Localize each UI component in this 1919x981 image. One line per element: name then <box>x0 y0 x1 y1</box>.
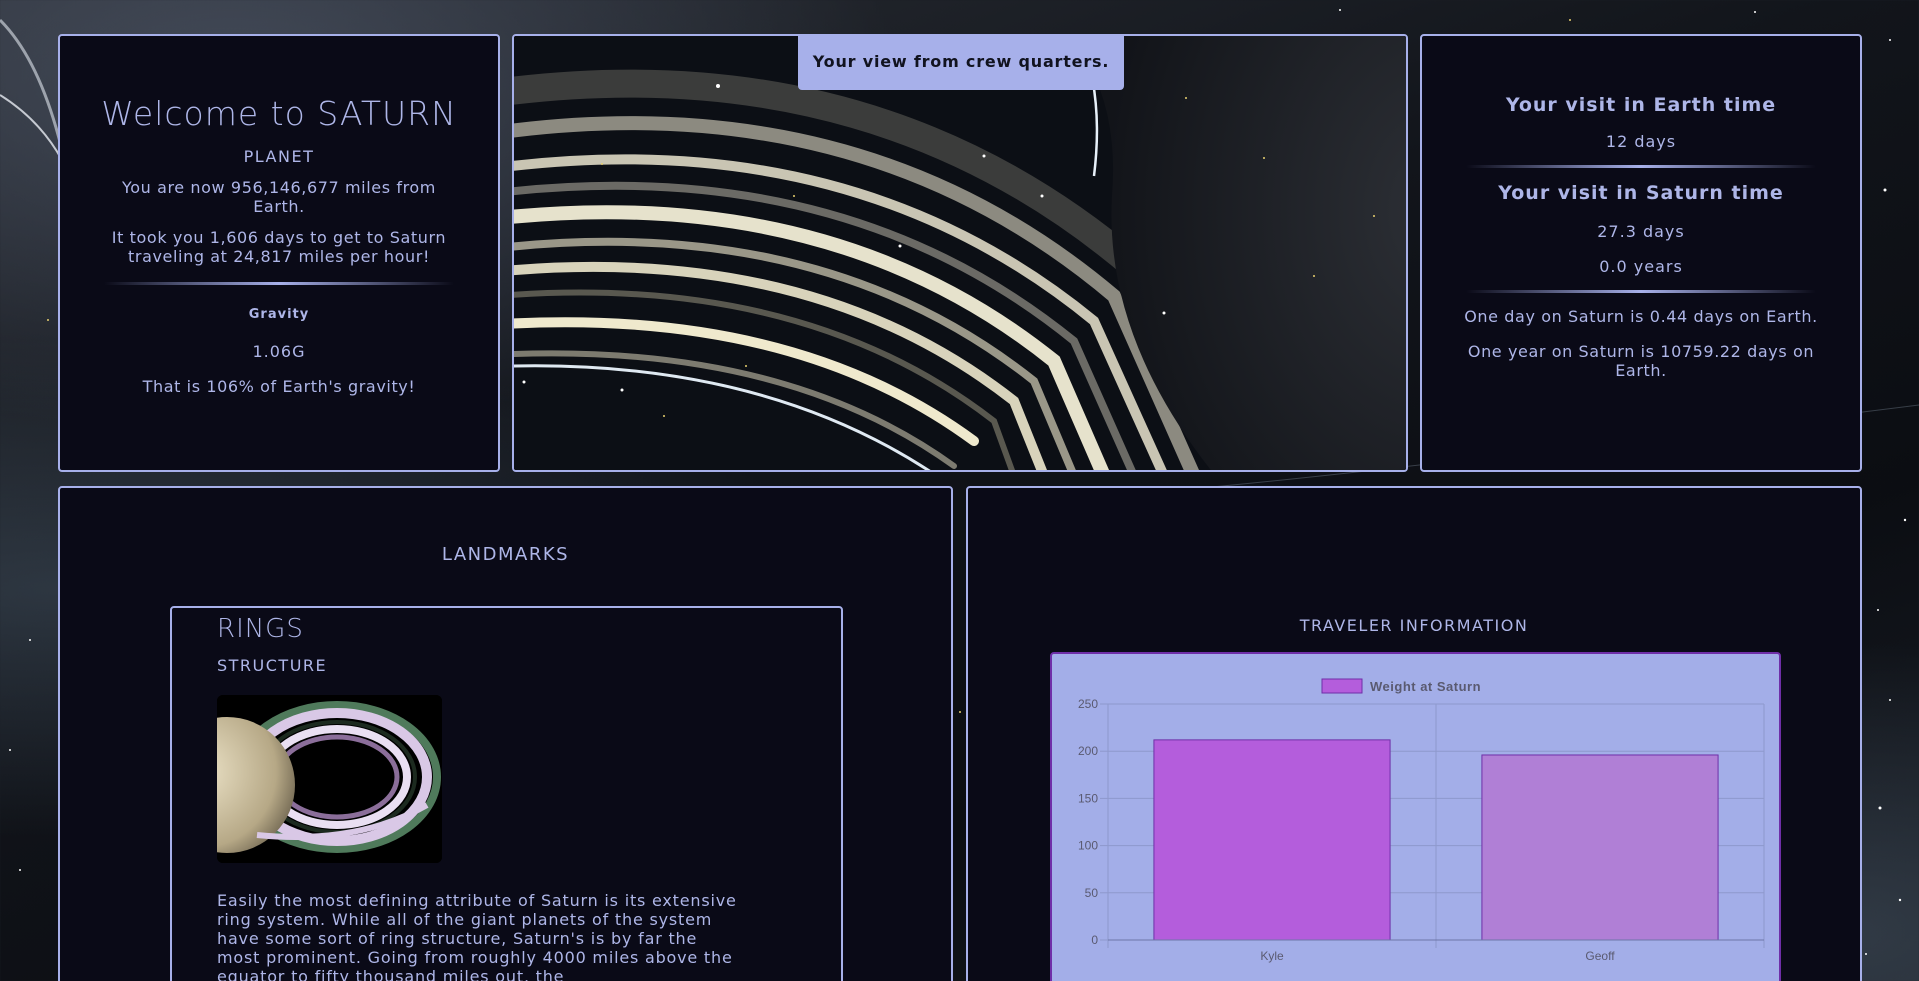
saturn-rings-view-image <box>514 36 1406 470</box>
landmark-description: Easily the most defining attribute of Sa… <box>217 891 737 981</box>
traveler-information-panel: TRAVELER INFORMATION Weight at Saturn 0 50… <box>966 486 1862 981</box>
weight-bar-chart-svg: Weight at Saturn 0 50 100 150 200 250 Kyle Geoff <box>1078 678 1765 963</box>
planet-welcome-panel: Welcome to SATURN PLANET You are now 956… <box>58 34 500 472</box>
distance-text: You are now 956,146,677 miles from Earth… <box>122 178 436 216</box>
year-length-note: One year on Saturn is 10759.22 days on E… <box>1467 342 1815 380</box>
gravity-value: 1.06G <box>252 342 306 361</box>
planet-title: Welcome to SATURN <box>101 94 457 133</box>
crew-quarters-view-panel: Your view from crew quarters. <box>512 34 1408 472</box>
view-caption-label: Your view from crew quarters. <box>798 36 1124 90</box>
saturn-rings-image <box>217 695 442 863</box>
landmark-card[interactable]: RINGS STRUCTURE Easily the most defining… <box>170 606 843 981</box>
saturn-time-years: 0.0 years <box>1599 257 1683 276</box>
legend-label: Weight at Saturn <box>1370 679 1481 694</box>
x-tick-label: Geoff <box>1585 949 1615 963</box>
saturn-time-days: 27.3 days <box>1597 222 1685 241</box>
y-tick-label: 200 <box>1078 744 1098 758</box>
day-length-note: One day on Saturn is 0.44 days on Earth. <box>1464 307 1818 326</box>
travel-text: It took you 1,606 days to get to Saturn … <box>111 228 447 266</box>
divider <box>1466 290 1816 293</box>
y-tick-label: 50 <box>1085 886 1099 900</box>
divider <box>104 282 454 285</box>
y-tick-label: 250 <box>1078 697 1098 711</box>
gravity-note: That is 106% of Earth's gravity! <box>142 377 416 396</box>
bar-geoff <box>1481 754 1719 941</box>
landmark-name: RINGS <box>217 614 304 644</box>
x-tick-label: Kyle <box>1260 949 1284 963</box>
earth-time-heading: Your visit in Earth time <box>1505 94 1777 116</box>
landmarks-heading: LANDMARKS <box>441 544 570 565</box>
traveler-heading: TRAVELER INFORMATION <box>1299 616 1529 635</box>
planet-type-label: PLANET <box>243 147 315 166</box>
bar-kyle <box>1153 739 1391 941</box>
gravity-heading: Gravity <box>248 307 310 322</box>
y-tick-label: 150 <box>1078 791 1098 805</box>
legend-swatch <box>1321 678 1363 694</box>
y-tick-label: 0 <box>1091 933 1098 947</box>
divider <box>1466 165 1816 168</box>
saturn-time-heading: Your visit in Saturn time <box>1498 182 1784 204</box>
visit-time-panel: Your visit in Earth time 12 days Your vi… <box>1420 34 1862 472</box>
landmarks-panel: LANDMARKS RINGS STRUCTURE Easily the mos… <box>58 486 953 981</box>
weight-chart: Weight at Saturn 0 50 100 150 200 250 Kyle Geoff <box>1050 652 1781 981</box>
earth-time-days: 12 days <box>1605 132 1677 151</box>
y-tick-label: 100 <box>1078 839 1098 853</box>
landmark-category: STRUCTURE <box>217 656 328 675</box>
